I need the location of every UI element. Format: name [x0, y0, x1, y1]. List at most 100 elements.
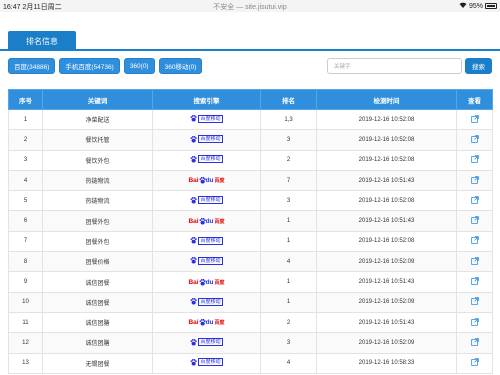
filter-360-mobile-button[interactable]: 360移动(0) — [158, 58, 203, 74]
row-index: 11 — [8, 311, 43, 334]
table-row: 4 热链物流 Bai du 百度 7 2019-12-16 10:51:43 — [8, 169, 493, 192]
baidu-logo-cn: 百度 — [214, 218, 225, 225]
baidu-mobile-logo-text: 百度移动 — [198, 135, 223, 144]
row-check-time: 2019-12-16 10:51:43 — [316, 311, 457, 334]
baidu-paw-icon — [199, 217, 206, 225]
row-view — [456, 190, 493, 212]
external-link-icon[interactable] — [470, 155, 479, 163]
row-engine: 百度移动 — [152, 190, 261, 212]
header-rank: 排名 — [260, 89, 317, 110]
search-button[interactable]: 搜索 — [465, 58, 492, 74]
external-link-icon[interactable] — [470, 256, 479, 265]
address-bar[interactable]: 不安全 — site.jisutui.vip — [0, 2, 500, 12]
baidu-logo-du: du — [205, 319, 214, 327]
external-link-icon[interactable] — [470, 317, 479, 326]
baidu-mobile-logo: 百度移动 — [190, 297, 223, 306]
baidu-logo: Bai du 百度 — [188, 319, 225, 327]
row-view — [456, 210, 493, 232]
baidu-paw-icon — [190, 135, 198, 143]
row-check-time: 2019-12-16 10:52:09 — [316, 332, 457, 354]
baidu-paw-icon — [190, 257, 198, 264]
baidu-logo-cn: 百度 — [214, 279, 225, 286]
baidu-logo: Bai du 百度 — [188, 177, 225, 185]
external-link-icon[interactable] — [470, 297, 479, 306]
row-check-time: 2019-12-16 10:58:33 — [316, 352, 457, 374]
external-link-icon[interactable] — [470, 236, 479, 245]
external-link-icon[interactable] — [470, 216, 479, 224]
wifi-icon — [459, 2, 467, 10]
row-rank: 3 — [260, 332, 317, 354]
row-view — [456, 169, 493, 192]
table-row: 8 团餐价格 百度移动 4 2019-12-16 10:52:09 — [8, 251, 493, 273]
row-engine: 百度移动 — [152, 230, 261, 253]
row-engine: 百度移动 — [152, 129, 261, 151]
external-link-icon[interactable] — [470, 175, 479, 184]
baidu-paw-icon — [190, 358, 198, 366]
keyword-search-input[interactable]: 关键字 — [327, 58, 462, 74]
row-view — [456, 251, 493, 273]
battery-percent: 95% — [468, 2, 483, 10]
row-check-time: 2019-12-16 10:51:43 — [316, 169, 457, 192]
header-index: 序号 — [8, 89, 43, 110]
row-view — [456, 230, 493, 253]
row-rank: 2 — [260, 149, 317, 171]
row-engine: Bai du 百度 — [152, 169, 261, 192]
row-index: 7 — [8, 230, 43, 253]
tab-ranking-info[interactable]: 排名信息 — [8, 31, 76, 51]
table-row: 10 诚信团餐 百度移动 1 2019-12-16 10:52:09 — [8, 291, 493, 313]
baidu-logo-cn: 百度 — [214, 178, 225, 185]
row-check-time: 2019-12-16 10:52:08 — [316, 108, 457, 131]
baidu-logo-du: du — [205, 177, 214, 185]
baidu-logo-du: du — [205, 278, 214, 286]
table-row: 13 无锡团餐 百度移动 4 2019-12-16 10:58:33 — [8, 352, 493, 374]
row-index: 10 — [8, 291, 43, 313]
row-engine: 百度移动 — [152, 352, 261, 374]
filter-baidu-button[interactable]: 百度(34886) — [8, 58, 56, 74]
row-rank: 1,3 — [260, 108, 317, 131]
tab-bar: 排名信息 — [0, 31, 500, 51]
baidu-mobile-logo-text: 百度移动 — [198, 297, 223, 306]
baidu-logo-du: du — [205, 217, 214, 225]
row-check-time: 2019-12-16 10:52:08 — [316, 149, 457, 171]
filter-mobile-baidu-button[interactable]: 手机百度(54736) — [59, 58, 120, 74]
row-keyword: 净菜配送 — [42, 108, 153, 131]
baidu-mobile-logo: 百度移动 — [190, 236, 223, 245]
baidu-logo: Bai du 百度 — [188, 217, 225, 225]
table-row: 6 团餐外包 Bai du 百度 1 2019-12-16 10:51:43 — [8, 210, 493, 232]
header-view: 查看 — [456, 89, 493, 110]
baidu-logo-bai: Bai — [188, 319, 199, 327]
row-keyword: 诚信团膳 — [42, 332, 153, 354]
row-check-time: 2019-12-16 10:52:08 — [316, 230, 457, 253]
row-keyword: 团餐外包 — [42, 210, 153, 232]
row-keyword: 无锡团餐 — [42, 352, 153, 374]
baidu-paw-icon — [199, 319, 206, 326]
table-row: 3 餐饮外包 百度移动 2 2019-12-16 10:52:08 — [8, 149, 493, 171]
filter-360-button[interactable]: 360(0) — [123, 58, 155, 74]
external-link-icon[interactable] — [470, 358, 479, 366]
external-link-icon[interactable] — [470, 196, 479, 204]
row-check-time: 2019-12-16 10:51:43 — [316, 271, 457, 293]
table-row: 7 团餐外包 百度移动 1 2019-12-16 10:52:08 — [8, 230, 493, 253]
row-index: 6 — [8, 210, 43, 232]
row-check-time: 2019-12-16 10:52:09 — [316, 291, 457, 313]
row-index: 4 — [8, 169, 43, 192]
row-rank: 4 — [260, 352, 317, 374]
row-check-time: 2019-12-16 10:52:08 — [316, 190, 457, 212]
baidu-paw-icon — [190, 115, 198, 122]
row-engine: Bai du 百度 — [152, 210, 261, 232]
external-link-icon[interactable] — [470, 277, 479, 285]
baidu-mobile-logo-text: 百度移动 — [198, 338, 223, 347]
external-link-icon[interactable] — [470, 135, 479, 143]
table-row: 5 热链物流 百度移动 3 2019-12-16 10:52:08 — [8, 190, 493, 212]
row-keyword: 诚信团膳 — [42, 311, 153, 334]
row-engine: 百度移动 — [152, 108, 261, 131]
external-link-icon[interactable] — [470, 338, 479, 346]
row-keyword: 餐饮外包 — [42, 149, 153, 171]
external-link-icon[interactable] — [470, 114, 479, 123]
battery-icon — [485, 3, 497, 9]
row-engine: 百度移动 — [152, 291, 261, 313]
header-keyword: 关键词 — [42, 89, 153, 110]
row-keyword: 团餐价格 — [42, 251, 153, 273]
row-view — [456, 149, 493, 171]
baidu-paw-icon — [199, 278, 206, 286]
